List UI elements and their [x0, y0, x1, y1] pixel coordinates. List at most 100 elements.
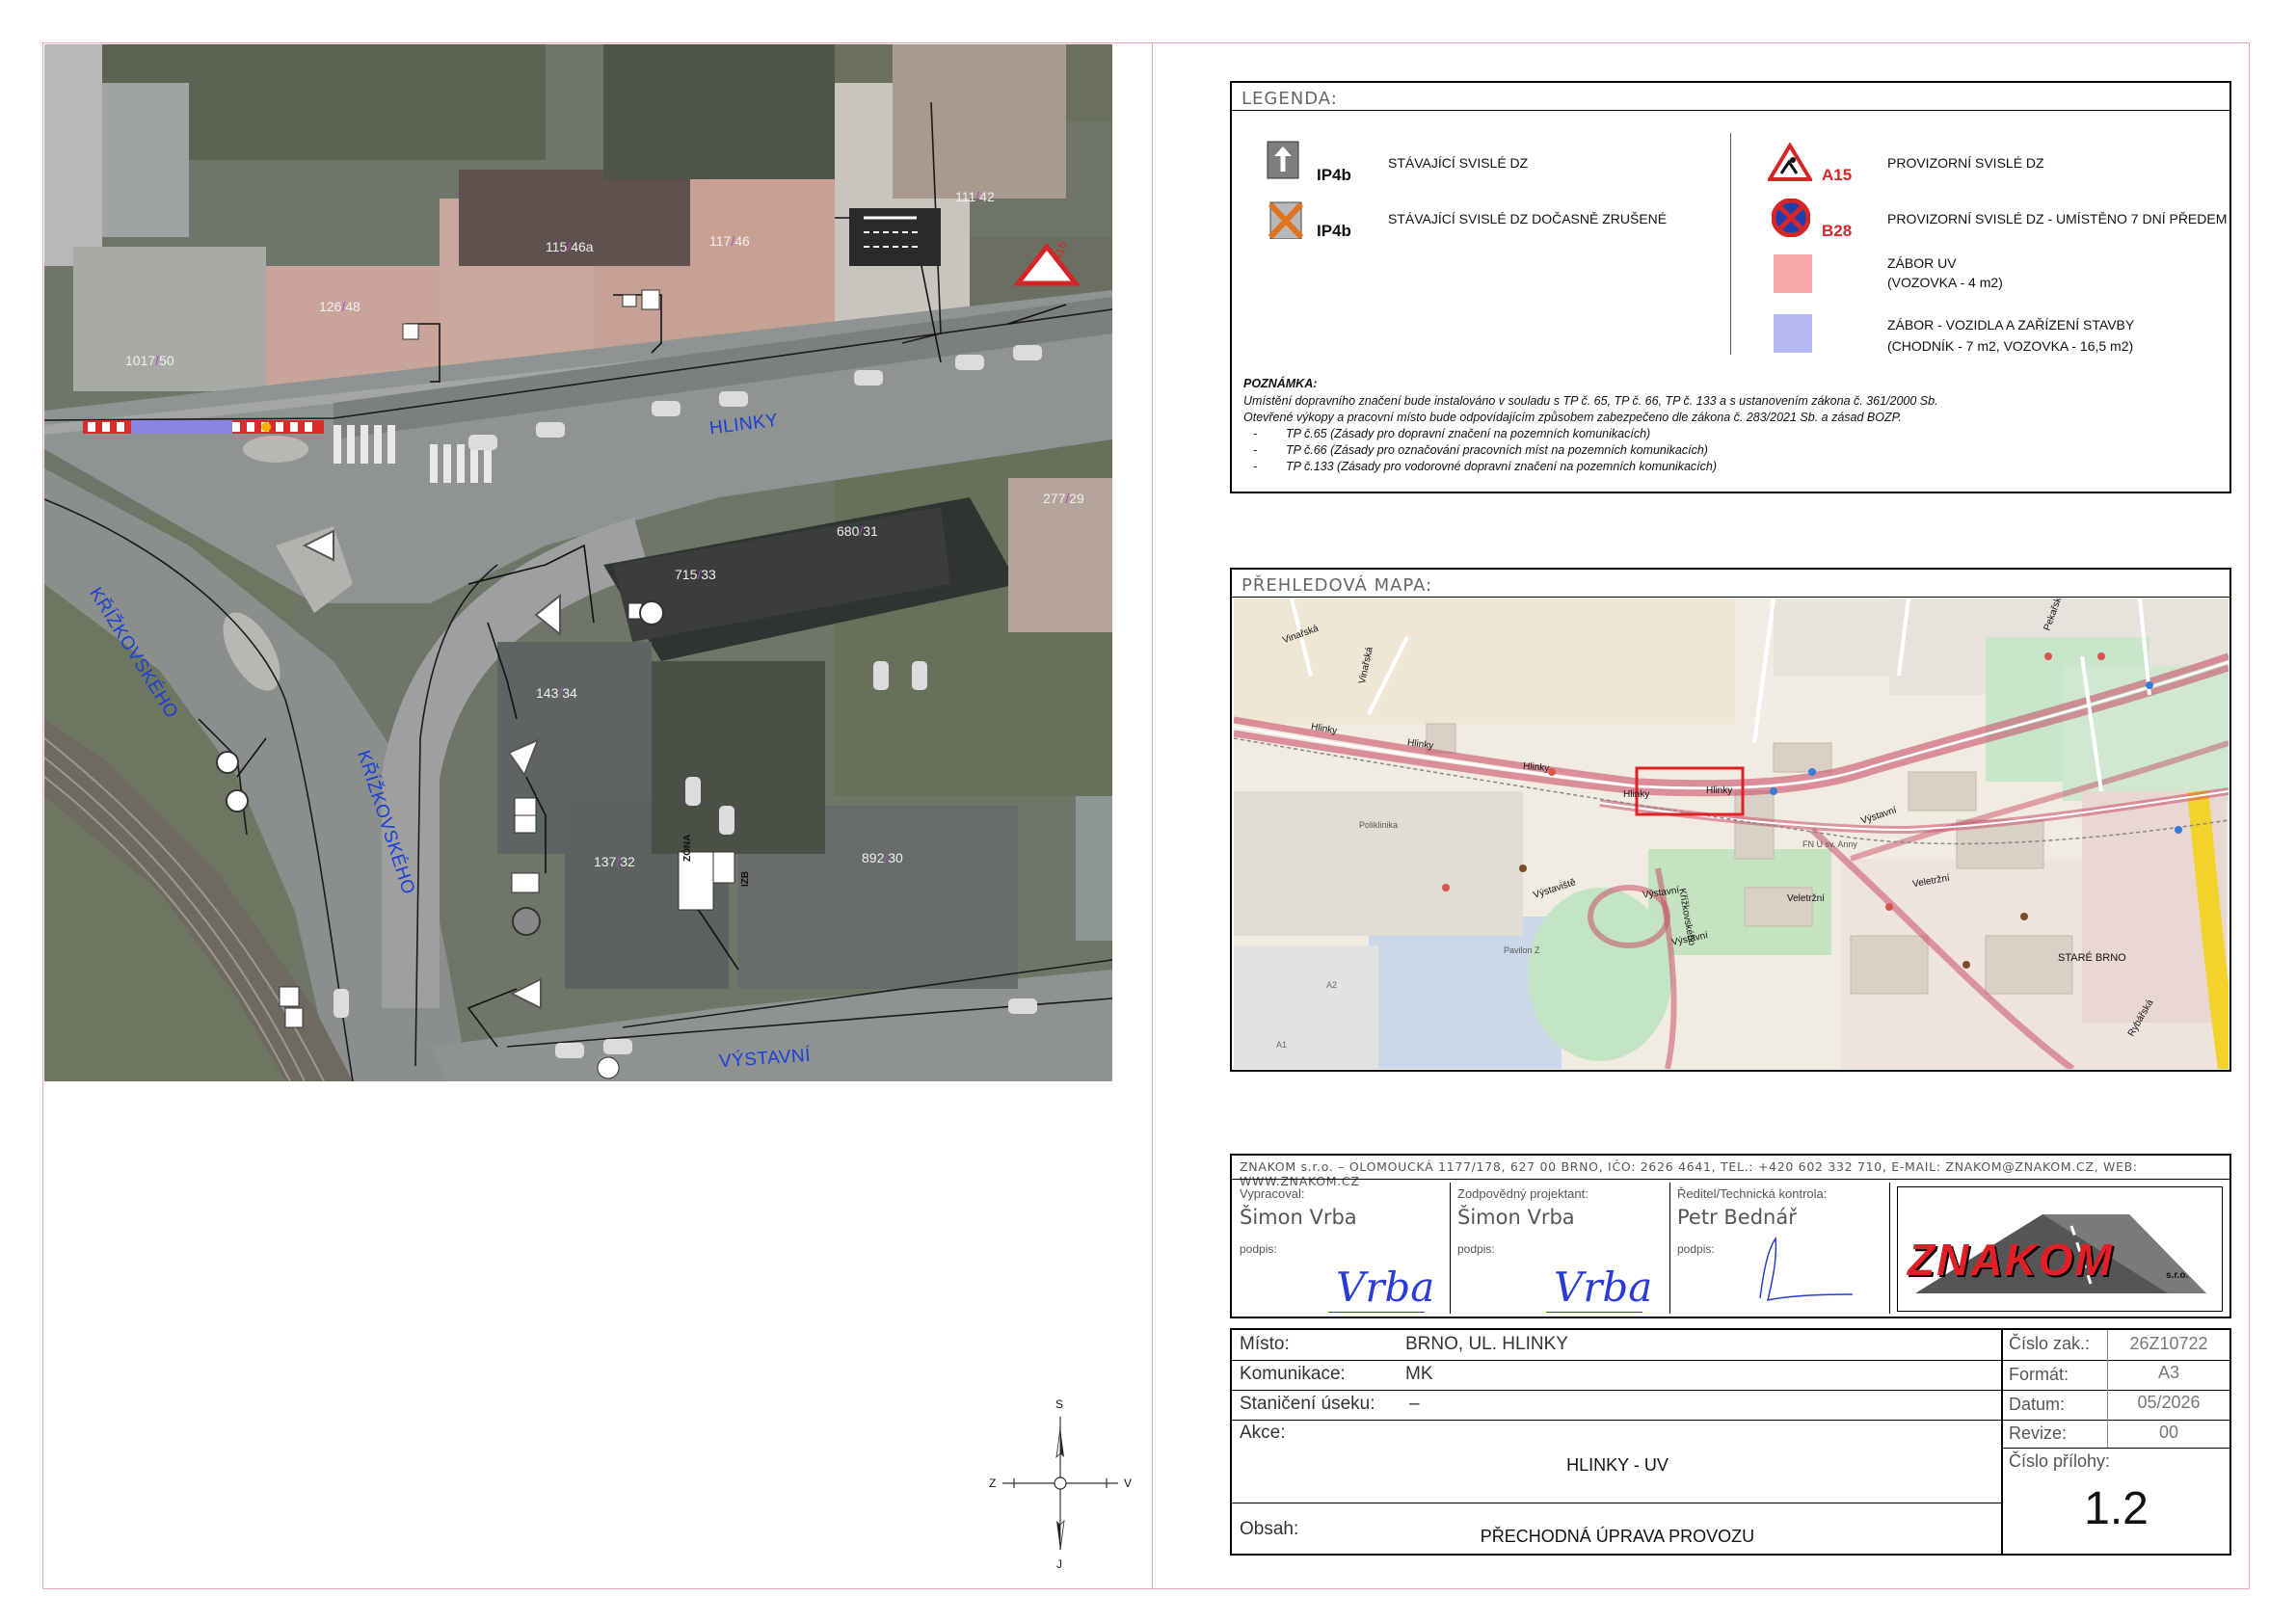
overview-street-label: Hlinky	[1623, 789, 1650, 800]
aerial-map[interactable]: HLINKY KŘÍŽKOVSKÉHO KŘÍŽKOVSKÉHO VÝSTAVN…	[44, 44, 1112, 1081]
overview-street-label: Hlinky	[1522, 760, 1550, 775]
arrow-up-sign-icon	[1267, 141, 1299, 179]
signature-name: Petr Bednář	[1677, 1206, 1797, 1229]
cislo-zak-label: Číslo zak.:	[2009, 1334, 2091, 1353]
overview-map-drawing	[1234, 599, 2229, 1069]
format-value: A3	[2157, 1363, 2180, 1382]
legend-title: LEGENDA:	[1241, 89, 1338, 109]
zabor-stavby-swatch	[1774, 314, 1812, 353]
overview-map-panel: PŘEHLEDOVÁ MAPA: Hlinky Hlinky Hlinky Hl…	[1230, 568, 2231, 1072]
staniceni-label: Staničení úseku:	[1240, 1394, 1375, 1414]
house-number: 137/32	[594, 854, 635, 869]
cislo-prilohy-label: Číslo přílohy:	[2009, 1451, 2111, 1471]
roadwork-warning-icon	[1768, 143, 1812, 181]
no-stopping-icon	[1772, 199, 1810, 237]
overview-poi-label: Pavilon Z	[1504, 945, 1540, 955]
cancelled-sign-icon	[1268, 201, 1304, 239]
overview-district-label: STARÉ BRNO	[2058, 952, 2126, 964]
overview-street-label: Veletržní	[1787, 893, 1825, 904]
cislo-prilohy-value: 1.2	[2084, 1483, 2149, 1534]
signature-underline	[1546, 1312, 1642, 1313]
title-block-rule	[2107, 1330, 2108, 1448]
datum-label: Datum:	[2009, 1395, 2066, 1414]
house-number: 892/30	[862, 850, 903, 865]
komunikace-value: MK	[1405, 1364, 1433, 1384]
handwritten-signature	[1759, 1236, 1854, 1301]
signature-role: Zodpovědný projektant:	[1457, 1186, 1589, 1201]
signature-name: Šimon Vrba	[1457, 1206, 1575, 1229]
compass-rose: S J Z V	[983, 1388, 1137, 1581]
legend-item-text: ZÁBOR UV	[1887, 255, 1957, 271]
signature-cell: Zodpovědný projektant: Šimon Vrba podpis…	[1450, 1183, 1670, 1314]
note-line: Otevřené výkopy a pracovní místo bude od…	[1243, 411, 1902, 424]
sign-code-label: IZB	[740, 870, 751, 887]
note-title: POZNÁMKA:	[1243, 377, 1318, 390]
title-block-row	[1232, 1360, 2003, 1391]
house-number: 1017/50	[125, 353, 174, 368]
signature-podpis-label: podpis:	[1677, 1242, 1715, 1256]
handwritten-signature: Vrba	[1554, 1264, 1653, 1311]
note-tp-item: TP č.133 (Zásady pro vodorovné dopravní …	[1286, 460, 1717, 473]
overview-header-rule	[1232, 597, 2229, 598]
note-bullet: -	[1253, 443, 1258, 457]
title-block-rule	[2001, 1360, 2229, 1361]
note-tp-item: TP č.66 (Zásady pro označování pracovníc…	[1286, 443, 1708, 457]
datum-value: 05/2026	[2137, 1393, 2201, 1412]
house-number: 143/34	[536, 685, 577, 701]
overview-street-label: Hlinky	[1706, 785, 1733, 796]
logo-subtext: s.r.o.	[2166, 1270, 2189, 1281]
legend-header-rule	[1232, 110, 2229, 111]
note-bullet: -	[1253, 427, 1258, 440]
legend-code: B28	[1822, 222, 1853, 240]
house-number: 126/48	[319, 299, 360, 314]
house-number: 117/46	[709, 233, 750, 249]
cislo-zak-value: 26Z10722	[2129, 1334, 2208, 1353]
note-tp-item: TP č.65 (Zásady pro dopravní značení na …	[1286, 427, 1651, 440]
house-number: 680/31	[837, 523, 878, 539]
company-panel: ZNAKOM s.r.o. – OLOMOUCKÁ 1177/178, 627 …	[1230, 1154, 2231, 1318]
overview-poi-label: A2	[1326, 980, 1338, 990]
title-block-rule	[2001, 1448, 2229, 1449]
obsah-value: PŘECHODNÁ ÚPRAVA PROVOZU	[1480, 1527, 1755, 1546]
legend-item-text: STÁVAJÍCÍ SVISLÉ DZ	[1388, 155, 1529, 171]
revize-label: Revize:	[2009, 1423, 2068, 1443]
misto-value: BRNO, UL. HLINKY	[1405, 1334, 1568, 1354]
legend-item-subtext: (VOZOVKA - 4 m2)	[1887, 275, 2003, 290]
signature-podpis-label: podpis:	[1240, 1242, 1277, 1256]
staniceni-value: –	[1409, 1394, 1420, 1414]
handwritten-signature: Vrba	[1336, 1264, 1435, 1311]
note-line: Umístění dopravního značení bude instalo…	[1243, 394, 1938, 408]
overview-map[interactable]: Hlinky Hlinky Hlinky Hlinky Hlinky Vinař…	[1234, 599, 2229, 1069]
note-bullet: -	[1253, 460, 1258, 473]
legend-panel: LEGENDA: IP4b STÁVAJÍCÍ SVISLÉ DZ IP4b S…	[1230, 81, 2231, 493]
sheet-divider	[1152, 42, 1153, 1589]
overview-map-title: PŘEHLEDOVÁ MAPA:	[1241, 575, 1433, 596]
signature-cell: Vypracoval: Šimon Vrba podpis: Vrba	[1232, 1183, 1451, 1314]
house-number: 277/29	[1043, 491, 1084, 506]
aerial-drawing	[44, 44, 1112, 1081]
legend-code: IP4b	[1317, 222, 1351, 240]
signature-underline	[1328, 1312, 1425, 1313]
house-number: 715/33	[675, 567, 716, 582]
overview-poi-label: Poliklinika	[1359, 820, 1399, 830]
sign-code-label: ZÓNA	[682, 834, 693, 862]
revize-value: 00	[2158, 1423, 2179, 1442]
logo-text: ZNAKOM	[1908, 1235, 2114, 1285]
legend-item-text: STÁVAJÍCÍ SVISLÉ DZ DOČASNĚ ZRUŠENÉ	[1388, 211, 1668, 226]
compass-west-label: Z	[989, 1477, 997, 1490]
title-block-row	[1232, 1330, 2003, 1361]
signature-name: Šimon Vrba	[1240, 1206, 1357, 1229]
overview-poi-label: A1	[1276, 1040, 1288, 1050]
signature-role: Vypracoval:	[1240, 1186, 1305, 1201]
company-logo: ZNAKOM s.r.o.	[1897, 1186, 2223, 1312]
compass-south-label: J	[1056, 1557, 1062, 1571]
legend-item-text: PROVIZORNÍ SVISLÉ DZ	[1887, 155, 2044, 171]
legend-code: A15	[1822, 166, 1853, 184]
company-header-rule	[1232, 1179, 2229, 1180]
compass-icon	[1002, 1417, 1118, 1551]
compass-north-label: S	[1055, 1397, 1064, 1411]
title-block: Místo: BRNO, UL. HLINKY Komunikace: MK S…	[1230, 1328, 2231, 1556]
akce-label: Akce:	[1240, 1423, 1286, 1443]
misto-label: Místo:	[1240, 1334, 1290, 1354]
legend-code: IP4b	[1317, 166, 1351, 184]
